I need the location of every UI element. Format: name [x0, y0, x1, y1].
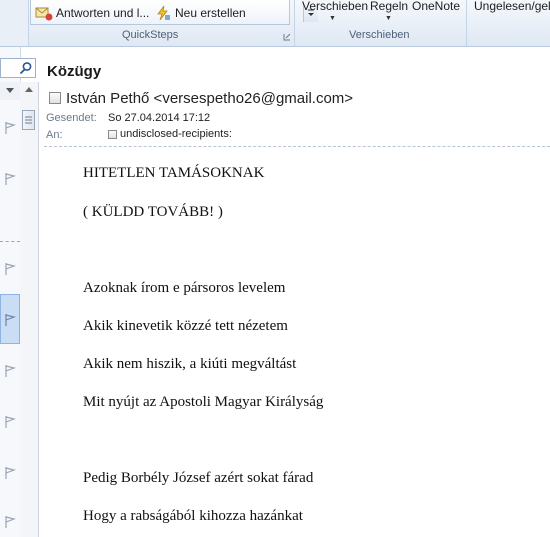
- reply-note-icon: [35, 7, 53, 21]
- body-line: Hogy a rabságából kihozza hazánkat: [83, 508, 303, 524]
- dialog-launcher-icon[interactable]: [283, 33, 291, 41]
- flag-icon[interactable]: [3, 313, 17, 327]
- chevron-down-icon: [6, 88, 14, 93]
- to-value: undisclosed-recipients:: [108, 128, 232, 140]
- flag-icon[interactable]: [3, 466, 17, 480]
- quickstep-reply-note[interactable]: Antworten und l...: [35, 4, 149, 22]
- quicksteps-gallery: Antworten und l... Neu erstellen: [30, 0, 318, 25]
- grip-icon: [25, 116, 32, 124]
- move-dropdown-icon: ▼: [329, 15, 336, 22]
- to-value-text[interactable]: undisclosed-recipients:: [120, 128, 232, 140]
- sent-value-text: So 27.04.2014 17:12: [108, 112, 211, 124]
- flag-icon[interactable]: [3, 121, 17, 135]
- body-line: Mit nyújt az Apostoli Magyar Királyság: [83, 394, 324, 410]
- body-line: ( KÜLDD TOVÁBB! ): [83, 204, 223, 220]
- body-line: HITETLEN TAMÁSOKNAK: [83, 165, 265, 181]
- message-subject: Közügy: [47, 63, 102, 80]
- flag-icon[interactable]: [3, 415, 17, 429]
- list-scrollbar[interactable]: [20, 82, 39, 537]
- rules-button-label: Regeln: [370, 0, 409, 13]
- lightning-icon: [157, 5, 170, 21]
- unread-read-button[interactable]: Ungelesen/gele: [474, 0, 550, 13]
- quickstep-new-label: Neu erstellen: [175, 6, 246, 20]
- recipient-checkbox[interactable]: [108, 129, 117, 139]
- scrollbar-thumb[interactable]: [22, 110, 35, 130]
- to-label: An:: [46, 129, 63, 141]
- quicksteps-group-label: QuickSteps: [122, 29, 179, 41]
- unread-read-button-label: Ungelesen/gele: [474, 0, 550, 13]
- list-header-dropdown[interactable]: [0, 82, 20, 100]
- body-line: Azoknak írom e pársoros levelem: [83, 280, 286, 296]
- move-button[interactable]: Verschieben: [302, 0, 368, 13]
- list-divider: [0, 241, 20, 242]
- body-line: Akik nem hiszik, a kiúti megváltást: [83, 356, 297, 372]
- body-line: Pedig Borbély József azért sokat fárad: [83, 470, 314, 486]
- ribbon-group-separator: [294, 0, 295, 46]
- sender-checkbox[interactable]: [49, 92, 61, 104]
- move-button-label: Verschieben: [302, 0, 369, 13]
- ribbon-group-separator: [466, 0, 467, 46]
- flag-icon[interactable]: [3, 364, 17, 378]
- onenote-button[interactable]: OneNote: [412, 0, 460, 13]
- ribbon-left-strip: [0, 0, 29, 46]
- rules-dropdown-icon: ▼: [385, 15, 392, 22]
- onenote-button-label: OneNote: [412, 0, 461, 13]
- quickstep-reply-note-label: Antworten und l...: [56, 6, 150, 20]
- flag-icon[interactable]: [3, 262, 17, 276]
- move-group-label: Verschieben: [349, 29, 410, 41]
- body-line: Akik kinevetik közzé tett nézetem: [83, 318, 288, 334]
- sender-name[interactable]: István Pethő <versespetho26@gmail.com>: [66, 90, 353, 107]
- flag-icon[interactable]: [3, 515, 17, 529]
- rules-button[interactable]: Regeln: [370, 0, 408, 13]
- header-divider: [44, 146, 550, 147]
- search-input[interactable]: [0, 58, 36, 78]
- flag-icon[interactable]: [3, 172, 17, 186]
- sent-value: So 27.04.2014 17:12: [108, 112, 210, 124]
- sender-line: István Pethő <versespetho26@gmail.com>: [49, 88, 353, 108]
- sent-label: Gesendet:: [46, 112, 97, 124]
- quickstep-new[interactable]: Neu erstellen: [155, 4, 246, 22]
- search-icon[interactable]: [19, 61, 33, 75]
- ribbon: Antworten und l... Neu erstellen QuickSt…: [0, 0, 550, 47]
- scroll-up-icon[interactable]: [20, 82, 38, 98]
